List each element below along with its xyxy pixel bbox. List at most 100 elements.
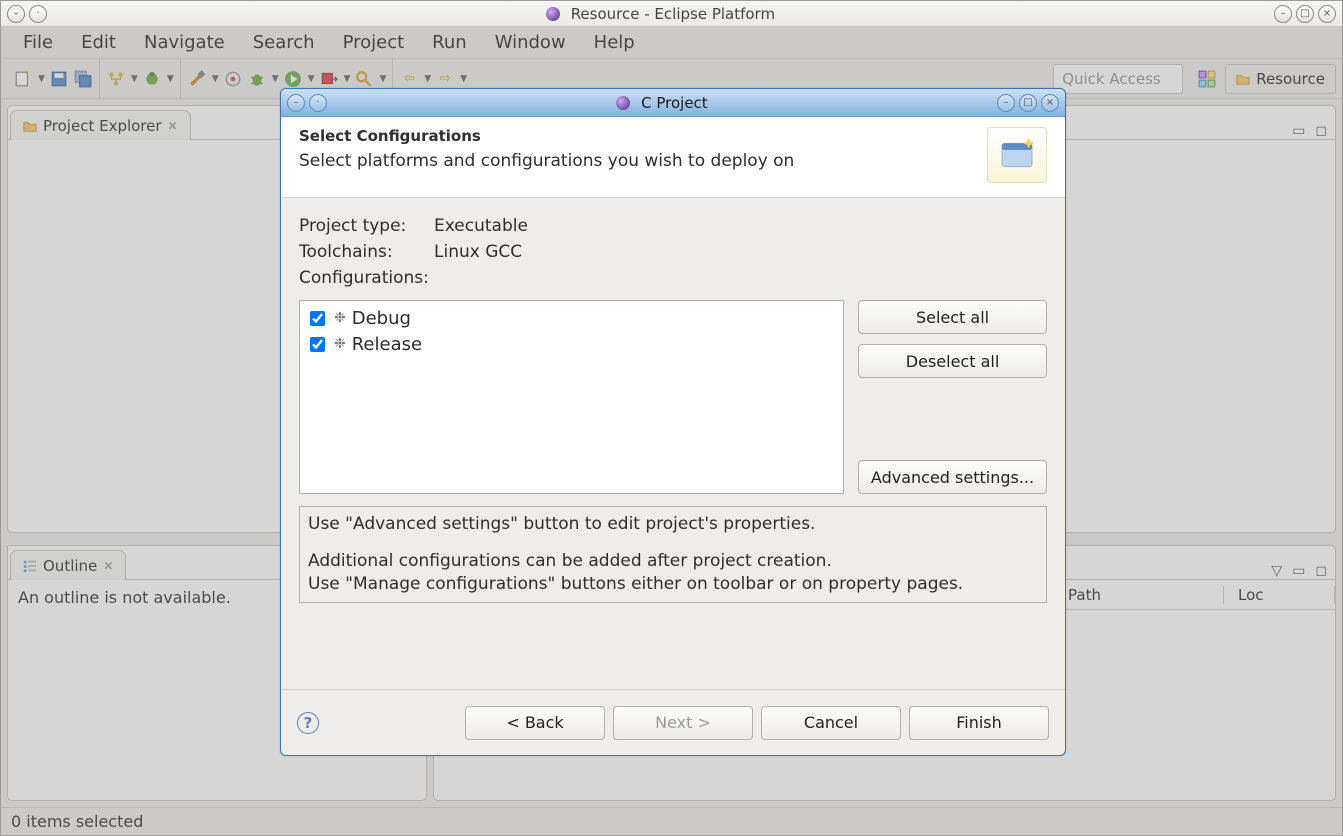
tab-status-icon: ✕ (103, 559, 113, 573)
chevron-down-icon[interactable]: ▼ (131, 74, 138, 84)
hint-line-2: Additional configurations can be added a… (308, 550, 1038, 573)
dialog-title-text: C Project (641, 94, 708, 112)
folder-icon (23, 119, 37, 133)
value-project-type: Executable (434, 216, 1047, 236)
back-button[interactable]: < Back (465, 706, 605, 740)
close-icon[interactable]: × (1318, 5, 1336, 23)
next-button[interactable]: Next > (613, 706, 753, 740)
new-icon[interactable] (13, 69, 33, 89)
save-icon[interactable] (49, 69, 69, 89)
menubar: File Edit Navigate Search Project Run Wi… (1, 27, 1342, 59)
minimize-pane-icon[interactable]: ▭ (1292, 123, 1305, 139)
nav-forward-icon[interactable]: ⇨ (435, 69, 455, 89)
main-window-title: Resource - Eclipse Platform (53, 5, 1268, 23)
gear-icon: ❉ (334, 310, 346, 326)
col-location[interactable]: Loc (1224, 586, 1335, 604)
dialog-pin-icon[interactable]: · (309, 94, 327, 112)
cancel-button[interactable]: Cancel (761, 706, 901, 740)
build-icon[interactable] (187, 69, 207, 89)
hint-line-3: Use "Manage configurations" buttons eith… (308, 573, 1038, 596)
dialog-hint: Use "Advanced settings" button to edit p… (299, 506, 1047, 603)
debug-icon[interactable] (247, 69, 267, 89)
chevron-down-icon[interactable]: ▼ (272, 74, 279, 84)
label-configurations: Configurations: (299, 268, 434, 288)
configurations-list[interactable]: ❉ Debug ❉ Release (299, 300, 844, 494)
config-item-release[interactable]: ❉ Release (306, 331, 837, 357)
main-window: – · Resource - Eclipse Platform – □ × Fi… (0, 0, 1343, 836)
search-icon[interactable] (354, 69, 374, 89)
maximize-icon[interactable]: □ (1296, 5, 1314, 23)
view-menu-icon[interactable]: ▽ (1271, 563, 1282, 579)
quick-access-input[interactable]: Quick Access (1053, 64, 1183, 94)
statusbar-text: 0 items selected (11, 812, 143, 831)
chevron-down-icon[interactable]: ▼ (379, 74, 386, 84)
save-all-icon[interactable] (73, 69, 93, 89)
dialog-header-title: Select Configurations (299, 127, 987, 145)
open-perspective-icon[interactable] (1197, 69, 1217, 89)
maximize-pane-icon[interactable]: ◻ (1315, 123, 1327, 139)
perspective-label: Resource (1256, 70, 1325, 88)
tab-project-explorer[interactable]: Project Explorer ✕ (10, 110, 191, 140)
dialog-close-icon[interactable]: × (1041, 94, 1059, 112)
branch-icon[interactable] (106, 69, 126, 89)
chevron-down-icon[interactable]: ▼ (38, 74, 45, 84)
chevron-down-icon[interactable]: ▼ (424, 74, 431, 84)
perspective-resource-button[interactable]: Resource (1225, 64, 1336, 94)
external-tools-icon[interactable] (319, 69, 339, 89)
main-titlebar: – · Resource - Eclipse Platform – □ × (1, 1, 1342, 27)
select-all-button[interactable]: Select all (858, 300, 1047, 334)
dialog-footer: ? < Back Next > Cancel Finish (281, 689, 1065, 755)
chevron-down-icon[interactable]: ▼ (344, 74, 351, 84)
config-debug-checkbox[interactable] (310, 311, 325, 326)
minimize-pane-icon[interactable]: ▭ (1292, 563, 1305, 579)
window-pin-icon[interactable]: · (29, 5, 47, 23)
dialog-titlebar: – · C Project – □ × (281, 89, 1065, 117)
help-icon[interactable]: ? (297, 712, 319, 734)
debug-config-icon[interactable] (142, 69, 162, 89)
finish-button[interactable]: Finish (909, 706, 1049, 740)
c-project-dialog: – · C Project – □ × Select Configuration… (280, 88, 1066, 756)
minimize-icon[interactable]: – (1274, 5, 1292, 23)
config-item-debug[interactable]: ❉ Debug (306, 305, 837, 331)
menu-help[interactable]: Help (580, 28, 649, 57)
statusbar: 0 items selected (1, 807, 1342, 835)
dialog-minimize-icon[interactable]: – (997, 94, 1015, 112)
tab-outline[interactable]: Outline ✕ (10, 550, 126, 580)
menu-run[interactable]: Run (418, 28, 481, 57)
menu-file[interactable]: File (9, 28, 67, 57)
dialog-header-desc: Select platforms and configurations you … (299, 151, 987, 171)
dialog-menu-icon[interactable]: – (287, 94, 305, 112)
menu-search[interactable]: Search (239, 28, 329, 57)
eclipse-icon (546, 7, 560, 21)
project-explorer-tab-label: Project Explorer (43, 117, 162, 135)
col-path[interactable]: Path (1054, 586, 1224, 604)
dialog-header: Select Configurations Select platforms a… (281, 117, 1065, 198)
config-debug-label: Debug (352, 308, 411, 329)
run-icon[interactable] (283, 69, 303, 89)
maximize-pane-icon[interactable]: ◻ (1315, 563, 1327, 579)
menu-project[interactable]: Project (329, 28, 419, 57)
hint-line-1: Use "Advanced settings" button to edit p… (308, 513, 1038, 536)
label-project-type: Project type: (299, 216, 434, 236)
eclipse-icon (616, 96, 630, 110)
folder-icon (1236, 72, 1250, 86)
dialog-maximize-icon[interactable]: □ (1019, 94, 1037, 112)
target-icon[interactable] (223, 69, 243, 89)
value-toolchains: Linux GCC (434, 242, 1047, 262)
gear-icon: ❉ (334, 336, 346, 352)
dialog-meta: Project type: Executable Toolchains: Lin… (299, 216, 1047, 288)
chevron-down-icon[interactable]: ▼ (212, 74, 219, 84)
chevron-down-icon[interactable]: ▼ (167, 74, 174, 84)
window-menu-icon[interactable]: – (7, 5, 25, 23)
advanced-settings-button[interactable]: Advanced settings... (858, 460, 1047, 494)
nav-back-icon[interactable]: ⇦ (399, 69, 419, 89)
tab-status-icon: ✕ (168, 119, 178, 133)
menu-edit[interactable]: Edit (67, 28, 130, 57)
chevron-down-icon[interactable]: ▼ (460, 74, 467, 84)
menu-navigate[interactable]: Navigate (130, 28, 239, 57)
menu-window[interactable]: Window (481, 28, 580, 57)
deselect-all-button[interactable]: Deselect all (858, 344, 1047, 378)
main-window-title-text: Resource - Eclipse Platform (571, 5, 775, 23)
chevron-down-icon[interactable]: ▼ (308, 74, 315, 84)
config-release-checkbox[interactable] (310, 337, 325, 352)
